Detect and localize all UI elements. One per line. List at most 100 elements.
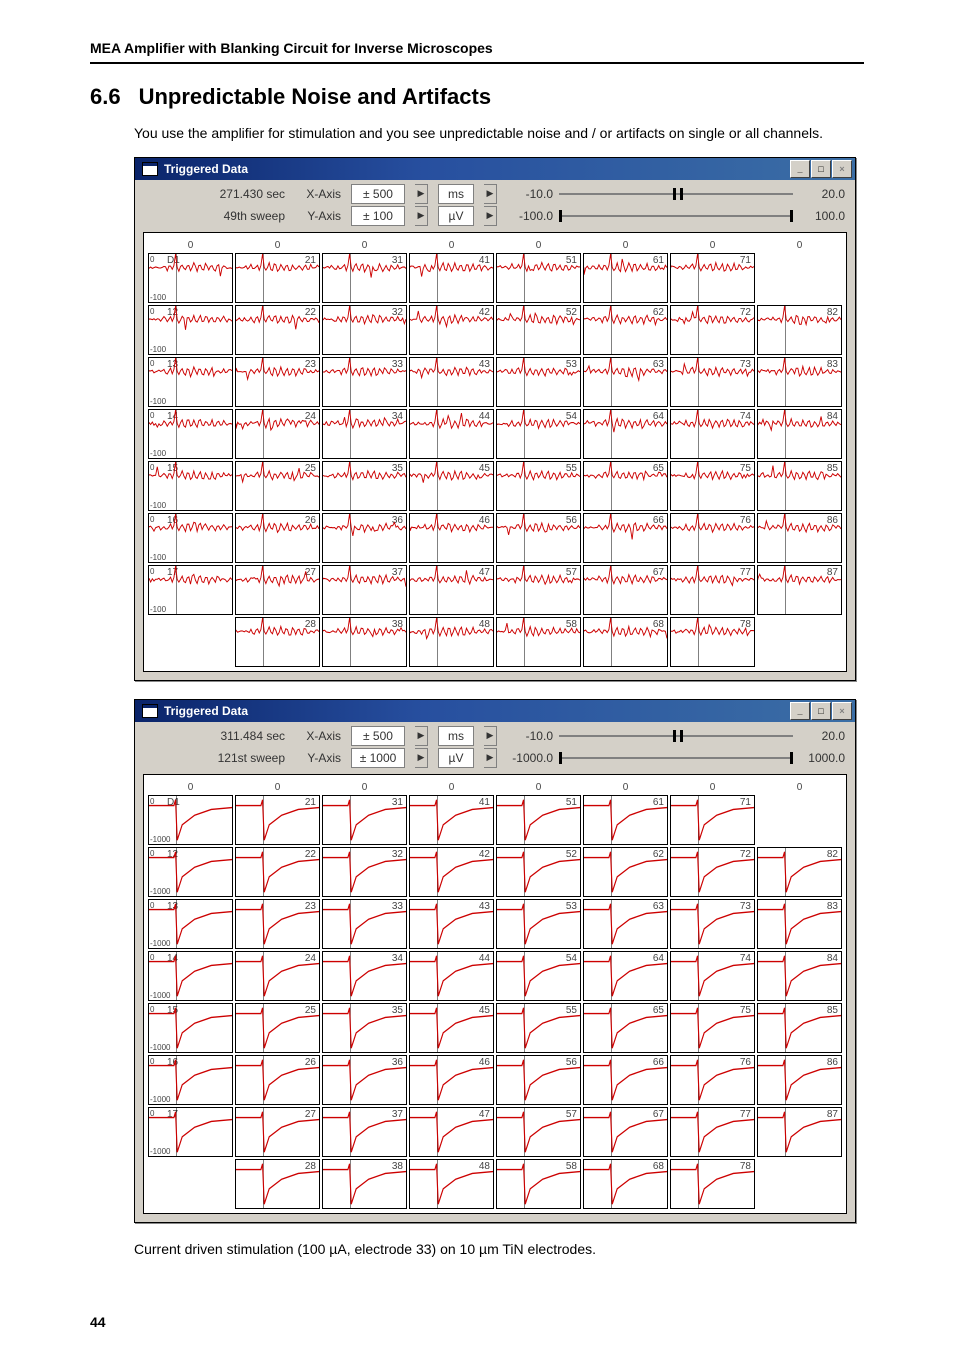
intro-paragraph: You use the amplifier for stimulation an… (134, 124, 864, 143)
trace-plot (497, 796, 580, 844)
y-axis-step[interactable]: ± 1000 (351, 748, 405, 768)
x-tick-label: 0 (409, 237, 494, 251)
trace-plot (671, 1160, 754, 1208)
channel-cell: 78 (670, 1159, 755, 1209)
trace-plot (758, 306, 841, 354)
x-axis-step[interactable]: ± 500 (351, 184, 405, 204)
minimize-button[interactable]: _ (790, 702, 810, 720)
y-axis-step-spin[interactable]: ▶ (415, 206, 428, 226)
x-axis-step[interactable]: ± 500 (351, 726, 405, 746)
channel-cell: 65 (583, 461, 668, 511)
channel-cell: 63 (583, 357, 668, 407)
trace-plot (671, 900, 754, 948)
trace-plot (671, 952, 754, 1000)
channel-cell: 78 (670, 617, 755, 667)
channel-cell: 32 (322, 847, 407, 897)
y-axis-unit-spin[interactable]: ▶ (484, 748, 497, 768)
sweep-label: 121st sweep (145, 751, 291, 765)
channel-cell: 47 (409, 1107, 494, 1157)
trace-plot (410, 796, 493, 844)
channel-cell: 32 (322, 305, 407, 355)
channel-cell: 21 (235, 253, 320, 303)
channel-cell: 0-10014 (148, 409, 233, 459)
trace-plot (671, 514, 754, 562)
trace-plot (758, 566, 841, 614)
channel-cell: 33 (322, 357, 407, 407)
x-tick-label: 0 (322, 237, 407, 251)
channel-cell: 48 (409, 1159, 494, 1209)
channel-cell (148, 1159, 233, 1209)
channel-cell: 27 (235, 565, 320, 615)
trace-plot (323, 900, 406, 948)
channel-cell: 71 (670, 795, 755, 845)
trace-plot (323, 796, 406, 844)
trace-plot (236, 900, 319, 948)
y-range-slider[interactable] (559, 753, 793, 763)
channel-cell: 74 (670, 951, 755, 1001)
y-range-slider[interactable] (559, 211, 793, 221)
trace-plot (584, 1108, 667, 1156)
close-button[interactable]: × (832, 160, 852, 178)
x-min: -10.0 (507, 729, 553, 743)
y-axis-step[interactable]: ± 100 (351, 206, 405, 226)
titlebar[interactable]: Triggered Data _ □ × (135, 700, 855, 722)
y-axis-unit[interactable]: µV (438, 206, 474, 226)
y-axis-unit-spin[interactable]: ▶ (484, 206, 497, 226)
channel-cell: 26 (235, 513, 320, 563)
trace-plot (323, 1056, 406, 1104)
trace-plot (323, 410, 406, 458)
y-axis-step-spin[interactable]: ▶ (415, 748, 428, 768)
channel-cell: 41 (409, 795, 494, 845)
x-axis-unit-spin[interactable]: ▶ (484, 726, 497, 746)
trace-plot (584, 1004, 667, 1052)
channel-cell: 64 (583, 409, 668, 459)
x-axis-unit-spin[interactable]: ▶ (484, 184, 497, 204)
trace-plot (671, 848, 754, 896)
x-tick-label: 0 (496, 779, 581, 793)
trace-plot (584, 514, 667, 562)
channel-cell: 54 (496, 409, 581, 459)
channel-cell (757, 1159, 842, 1209)
trace-plot (323, 462, 406, 510)
channel-cell: 55 (496, 1003, 581, 1053)
channel-cell: 83 (757, 899, 842, 949)
trace-plot (236, 358, 319, 406)
trace-plot (323, 514, 406, 562)
channel-cell: 0-100014 (148, 951, 233, 1001)
trace-plot (671, 358, 754, 406)
trace-plot (149, 514, 232, 562)
y-axis-label: Y-Axis (301, 209, 341, 223)
channel-cell: 87 (757, 565, 842, 615)
channel-cell: 44 (409, 951, 494, 1001)
plot-area-2: 000000000-1000D12131415161710-1000122232… (143, 774, 847, 1214)
channel-cell: 73 (670, 899, 755, 949)
channel-cell: 85 (757, 461, 842, 511)
section-title: Unpredictable Noise and Artifacts (139, 84, 491, 110)
maximize-button[interactable]: □ (811, 160, 831, 178)
x-axis-unit[interactable]: ms (438, 726, 474, 746)
y-min: -1000.0 (507, 751, 553, 765)
titlebar[interactable]: Triggered Data _ □ × (135, 158, 855, 180)
x-range-slider[interactable] (559, 189, 793, 199)
close-button[interactable]: × (832, 702, 852, 720)
y-axis-unit[interactable]: µV (438, 748, 474, 768)
y-min: -100.0 (507, 209, 553, 223)
channel-cell: 23 (235, 357, 320, 407)
trace-plot (497, 306, 580, 354)
channel-cell: 84 (757, 951, 842, 1001)
x-axis-step-spin[interactable]: ▶ (415, 726, 428, 746)
minimize-button[interactable]: _ (790, 160, 810, 178)
trace-plot (584, 618, 667, 666)
x-min: -10.0 (507, 187, 553, 201)
channel-cell: 48 (409, 617, 494, 667)
x-axis-step-spin[interactable]: ▶ (415, 184, 428, 204)
channel-cell: 76 (670, 1055, 755, 1105)
x-range-slider[interactable] (559, 731, 793, 741)
trace-plot (584, 900, 667, 948)
trace-plot (236, 1108, 319, 1156)
channel-cell: 22 (235, 847, 320, 897)
maximize-button[interactable]: □ (811, 702, 831, 720)
y-max: 100.0 (799, 209, 845, 223)
trace-plot (671, 618, 754, 666)
x-axis-unit[interactable]: ms (438, 184, 474, 204)
